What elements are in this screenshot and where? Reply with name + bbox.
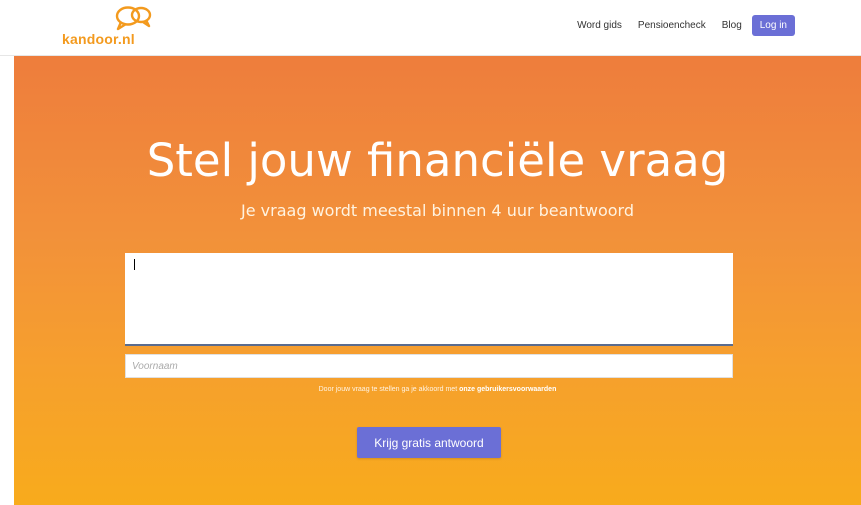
submit-question-button[interactable]: Krijg gratis antwoord [357,427,501,458]
logo-text: kandoor.nl [62,31,135,47]
top-navbar: kandoor.nl Word gids Pensioencheck Blog … [0,0,861,56]
text-caret [134,259,135,270]
kandoor-logo[interactable]: kandoor.nl [62,4,162,48]
page-title: Stel jouw financiële vraag [146,134,729,187]
terms-link[interactable]: onze gebruikersvoorwaarden [459,386,556,393]
nav-pensioencheck[interactable]: Pensioencheck [638,20,706,31]
main-nav: Word gids Pensioencheck Blog Log in [561,14,795,37]
first-name-input[interactable] [125,354,733,378]
terms-text: Door jouw vraag te stellen ga je akkoord… [318,386,460,393]
nav-word-gids[interactable]: Word gids [577,20,622,31]
hero-subtitle: Je vraag wordt meestal binnen 4 uur bean… [241,201,634,220]
question-textarea[interactable] [125,253,733,346]
nav-blog[interactable]: Blog [722,20,742,31]
login-button[interactable]: Log in [751,15,795,36]
speech-bubbles-icon [115,6,152,31]
hero-section: Stel jouw financiële vraag Je vraag word… [14,56,861,505]
terms-notice: Door jouw vraag te stellen ga je akkoord… [14,386,861,393]
